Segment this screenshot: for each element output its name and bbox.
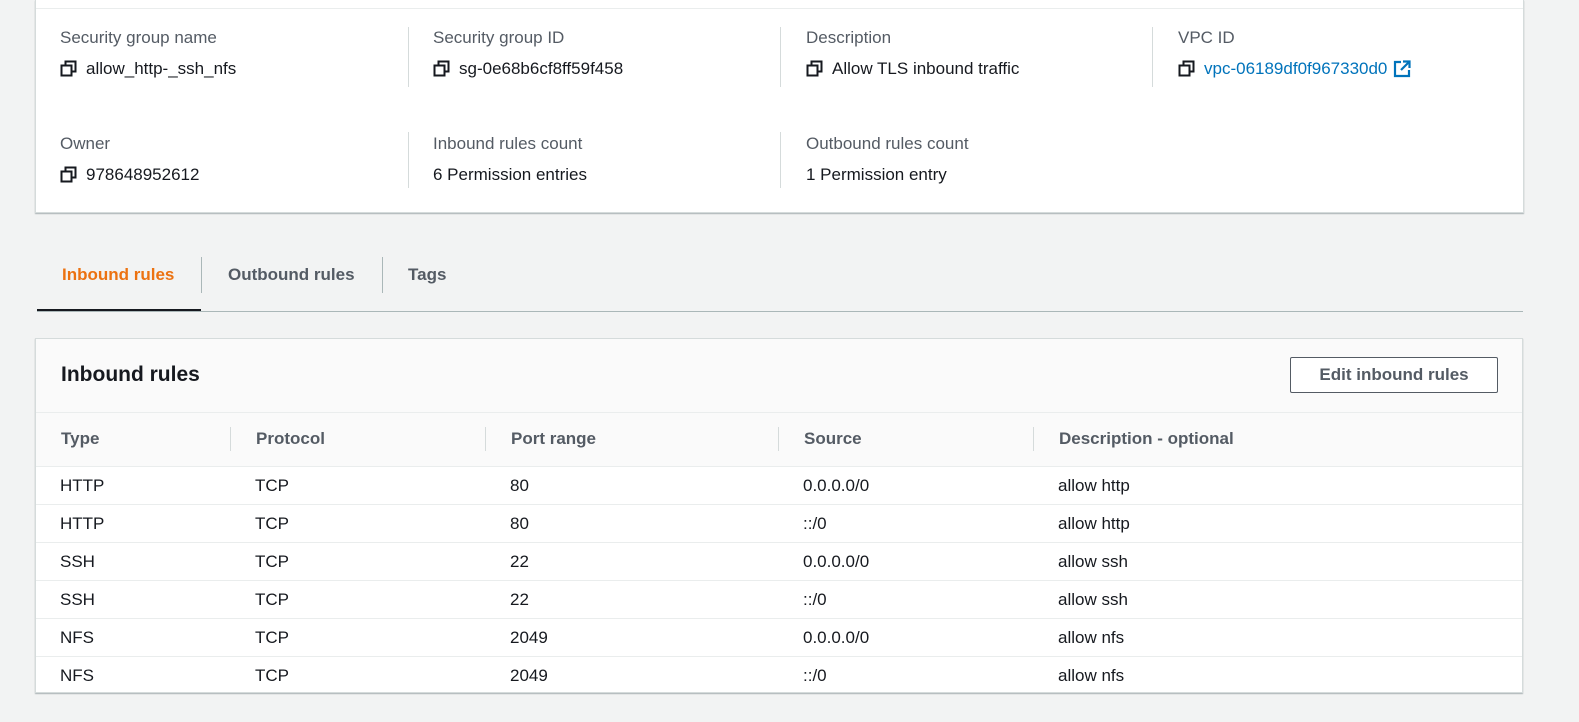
cell-type: HTTP: [60, 514, 105, 533]
edit-inbound-rules-button[interactable]: Edit inbound rules: [1290, 357, 1498, 393]
description-value: Allow TLS inbound traffic: [832, 59, 1020, 78]
divider: [36, 8, 1523, 9]
description-field: Description Allow TLS inbound traffic: [806, 28, 1019, 79]
external-link-icon[interactable]: [1393, 60, 1411, 78]
divider: [408, 27, 409, 87]
column-header-description[interactable]: Description - optional: [1059, 429, 1234, 449]
cell-description: allow ssh: [1058, 590, 1128, 609]
cell-port-range: 2049: [510, 666, 548, 685]
table-row: SSH TCP 22 ::/0 allow ssh: [36, 581, 1522, 619]
copy-icon[interactable]: [60, 166, 78, 184]
cell-description: allow nfs: [1058, 666, 1125, 685]
cell-port-range: 2049: [510, 628, 548, 647]
tabs-baseline: [37, 311, 1523, 312]
inbound-rules-header: Inbound rules Edit inbound rules: [36, 339, 1522, 413]
inbound-count-label: Inbound rules count: [433, 134, 583, 153]
cell-description: allow http: [1058, 476, 1130, 495]
column-header-protocol[interactable]: Protocol: [256, 429, 325, 449]
sg-id-field: Security group ID sg-0e68b6cf8ff59f458: [433, 28, 623, 79]
copy-icon[interactable]: [806, 60, 824, 78]
cell-port-range: 80: [510, 514, 529, 533]
cell-source: 0.0.0.0/0: [803, 476, 870, 495]
cell-source: 0.0.0.0/0: [803, 628, 870, 647]
cell-type: HTTP: [60, 476, 105, 495]
sg-name-label: Security group name: [60, 28, 217, 47]
cell-source: 0.0.0.0/0: [803, 552, 870, 571]
column-resizer[interactable]: [1033, 427, 1034, 451]
divider: [201, 257, 202, 293]
vpc-id-label: VPC ID: [1178, 28, 1235, 47]
cell-port-range: 22: [510, 552, 529, 571]
column-header-source[interactable]: Source: [804, 429, 862, 449]
cell-source: ::/0: [803, 666, 827, 685]
tab-outbound-rules[interactable]: Outbound rules: [228, 248, 355, 311]
cell-source: ::/0: [803, 590, 827, 609]
cell-description: allow ssh: [1058, 552, 1128, 571]
table-row: NFS TCP 2049 0.0.0.0/0 allow nfs: [36, 619, 1522, 657]
cell-protocol: TCP: [255, 666, 289, 685]
cell-type: NFS: [60, 666, 94, 685]
column-resizer[interactable]: [485, 427, 486, 451]
inbound-count-value: 6 Permission entries: [433, 165, 588, 184]
copy-icon[interactable]: [60, 60, 78, 78]
cell-type: SSH: [60, 590, 95, 609]
cell-protocol: TCP: [255, 514, 289, 533]
table-header: Type Protocol Port range Source Descript…: [36, 413, 1522, 467]
cell-type: SSH: [60, 552, 95, 571]
sg-id-label: Security group ID: [433, 28, 565, 47]
table-row: SSH TCP 22 0.0.0.0/0 allow ssh: [36, 543, 1522, 581]
cell-port-range: 22: [510, 590, 529, 609]
inbound-rules-panel: Inbound rules Edit inbound rules Type Pr…: [35, 338, 1523, 693]
column-resizer[interactable]: [778, 427, 779, 451]
outbound-count-field: Outbound rules count 1 Permission entry: [806, 134, 969, 185]
copy-icon[interactable]: [1178, 60, 1196, 78]
outbound-count-label: Outbound rules count: [806, 134, 969, 153]
tab-inbound-rules[interactable]: Inbound rules: [62, 248, 174, 311]
column-resizer[interactable]: [230, 427, 231, 451]
owner-field: Owner 978648952612: [60, 134, 199, 185]
table-row: HTTP TCP 80 ::/0 allow http: [36, 505, 1522, 543]
table-row: NFS TCP 2049 ::/0 allow nfs: [36, 657, 1522, 695]
cell-protocol: TCP: [255, 476, 289, 495]
sg-id-value: sg-0e68b6cf8ff59f458: [459, 59, 624, 78]
divider: [382, 257, 383, 293]
column-header-type[interactable]: Type: [61, 429, 99, 449]
inbound-rules-title: Inbound rules: [61, 363, 200, 386]
outbound-count-value: 1 Permission entry: [806, 165, 947, 184]
description-label: Description: [806, 28, 892, 47]
cell-protocol: TCP: [255, 590, 289, 609]
vpc-id-link[interactable]: vpc-06189df0f967330d0: [1204, 59, 1387, 79]
rules-tabs: Inbound rules Outbound rules Tags: [37, 248, 1523, 312]
divider: [408, 132, 409, 188]
cell-type: NFS: [60, 628, 94, 647]
security-group-details-panel: Security group name allow_http-_ssh_nfs …: [35, 0, 1524, 213]
divider: [1152, 27, 1153, 87]
cell-protocol: TCP: [255, 552, 289, 571]
cell-description: allow http: [1058, 514, 1130, 533]
tab-tags[interactable]: Tags: [408, 248, 446, 311]
divider: [780, 27, 781, 87]
cell-protocol: TCP: [255, 628, 289, 647]
cell-description: allow nfs: [1058, 628, 1125, 647]
inbound-count-field: Inbound rules count 6 Permission entries: [433, 134, 587, 185]
cell-source: ::/0: [803, 514, 827, 533]
table-row: HTTP TCP 80 0.0.0.0/0 allow http: [36, 467, 1522, 505]
column-header-port-range[interactable]: Port range: [511, 429, 596, 449]
inbound-rules-table-body: HTTP TCP 80 0.0.0.0/0 allow http HTTP TC…: [36, 467, 1522, 695]
vpc-id-field: VPC ID vpc-06189df0f967330d0: [1178, 28, 1411, 79]
divider: [780, 132, 781, 188]
copy-icon[interactable]: [433, 60, 451, 78]
sg-name-value: allow_http-_ssh_nfs: [86, 59, 237, 78]
sg-name-field: Security group name allow_http-_ssh_nfs: [60, 28, 236, 79]
cell-port-range: 80: [510, 476, 529, 495]
owner-label: Owner: [60, 134, 111, 153]
owner-value: 978648952612: [86, 165, 200, 184]
